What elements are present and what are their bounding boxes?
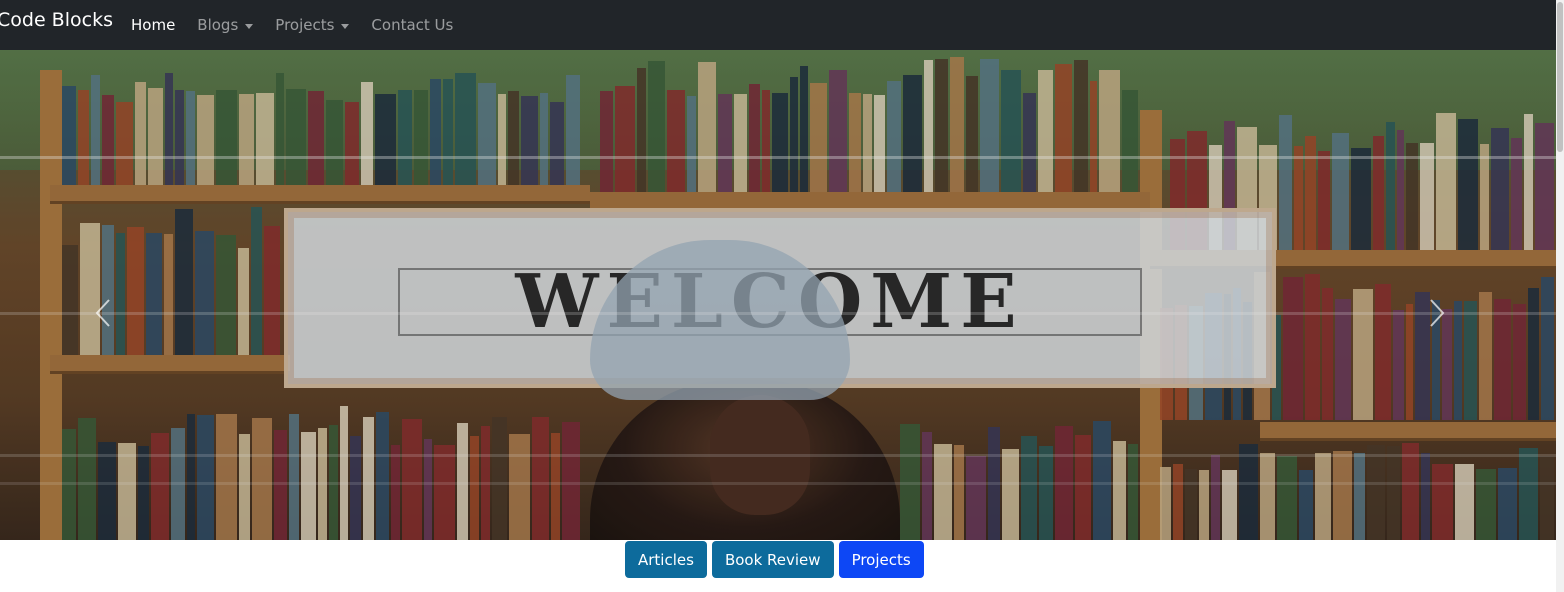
page-scrollbar[interactable] bbox=[1556, 0, 1564, 592]
nav-item-blogs[interactable]: Blogs bbox=[197, 16, 254, 34]
nav-item-contact[interactable]: Contact Us bbox=[371, 16, 453, 34]
caret-down-icon bbox=[245, 23, 254, 29]
nav-item-home[interactable]: Home bbox=[131, 16, 175, 34]
caret-down-icon bbox=[341, 23, 350, 29]
articles-button[interactable]: Articles bbox=[625, 541, 707, 578]
chevron-right-icon bbox=[1430, 299, 1445, 327]
chevron-left-icon bbox=[95, 299, 110, 327]
book-review-button[interactable]: Book Review bbox=[711, 541, 834, 578]
hero-carousel: WELCOME bbox=[0, 50, 1556, 540]
top-navbar: Code Blocks Home Blogs Projects Contact … bbox=[0, 0, 1556, 50]
nav-item-label: Projects bbox=[275, 16, 335, 34]
projects-button[interactable]: Projects bbox=[838, 541, 924, 578]
carousel-next-button[interactable] bbox=[1421, 298, 1451, 328]
category-buttons: Articles Book Review Projects bbox=[625, 541, 929, 578]
scrollbar-thumb[interactable] bbox=[1557, 2, 1563, 152]
carousel-prev-button[interactable] bbox=[89, 298, 119, 328]
navbar-brand[interactable]: Code Blocks bbox=[0, 9, 113, 31]
nav-item-label: Contact Us bbox=[371, 16, 454, 34]
hero-shade bbox=[0, 50, 1556, 540]
nav-item-label: Blogs bbox=[197, 16, 239, 34]
nav-item-projects[interactable]: Projects bbox=[275, 16, 350, 34]
nav-item-label: Home bbox=[131, 16, 176, 34]
nav-links: Home Blogs Projects Contact Us bbox=[131, 0, 475, 50]
